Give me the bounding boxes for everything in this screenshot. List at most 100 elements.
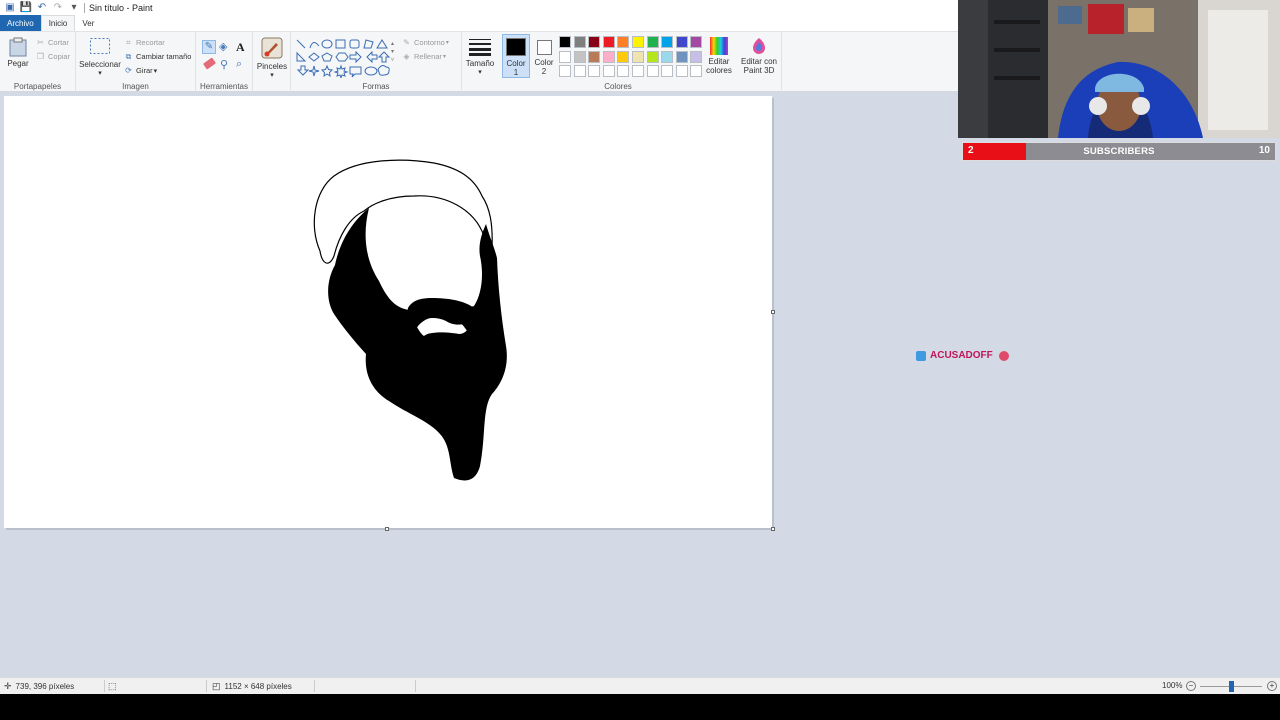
palette-swatch[interactable]	[690, 65, 703, 78]
palette-swatch[interactable]	[646, 65, 659, 78]
palette-swatch[interactable]	[602, 36, 615, 48]
brushes-dropdown-icon[interactable]: ▾	[270, 71, 274, 80]
resize-handle-right[interactable]	[771, 310, 775, 314]
canvas-size-text: 1152 × 648 píxeles	[224, 682, 292, 691]
drawing-canvas[interactable]	[4, 96, 772, 528]
palette-swatch[interactable]	[646, 36, 659, 48]
fill-icon: ◈	[403, 52, 410, 61]
status-bar: ✛ 739, 396 píxeles ⬚ ◰ 1152 × 648 píxele…	[0, 677, 1280, 694]
palette-swatch[interactable]	[690, 50, 703, 63]
colors-group: Color 1 Color 2 Editar colores Editar co…	[498, 32, 782, 92]
zoom-level-text: 100%	[1162, 681, 1183, 690]
palette-swatch[interactable]	[559, 65, 571, 78]
crop-button[interactable]: ⌗ Recortar	[124, 38, 165, 47]
color-picker-icon[interactable]: ⚲	[220, 58, 228, 71]
rotate-dropdown-icon[interactable]: ▾	[154, 67, 158, 75]
edit-colors-button[interactable]: Editar colores	[702, 36, 736, 75]
copy-button[interactable]: ❐ Copiar	[36, 52, 70, 61]
pencil-icon[interactable]: ✎	[202, 40, 216, 54]
palette-swatch[interactable]	[661, 50, 674, 63]
zoom-out-button[interactable]: −	[1186, 681, 1196, 691]
palette-swatch[interactable]	[573, 50, 586, 63]
palette-swatch[interactable]	[675, 50, 688, 63]
paint3d-label-line2: Paint 3D	[743, 66, 775, 75]
palette-swatch[interactable]	[617, 65, 630, 78]
palette-swatch[interactable]	[632, 65, 644, 78]
select-button[interactable]: Seleccionar ▾	[79, 37, 121, 78]
palette-swatch[interactable]	[588, 65, 601, 78]
size-button[interactable]: Tamaño ▾	[464, 38, 496, 77]
color2-button[interactable]: Color 2	[532, 34, 556, 78]
selection-rectangle-icon	[90, 38, 110, 54]
edit-colors-label-line1: Editar	[708, 57, 730, 66]
fill-dropdown-icon[interactable]: ▾	[443, 53, 446, 60]
resize-handle-bottom[interactable]	[385, 527, 389, 531]
alert-username: ACUSADOFF	[930, 350, 993, 361]
palette-swatch[interactable]	[661, 65, 674, 78]
subscriber-goal-count: 10	[1258, 145, 1270, 156]
brushes-button[interactable]: Pinceles ▾	[256, 37, 288, 80]
resize-icon: ⧉	[125, 52, 132, 61]
tab-ver[interactable]: Ver	[75, 15, 101, 31]
palette-swatch[interactable]	[573, 65, 586, 78]
tab-archivo[interactable]: Archivo	[0, 15, 41, 31]
zoom-in-button[interactable]: +	[1267, 681, 1277, 691]
text-icon[interactable]: A	[236, 40, 245, 55]
title-separator	[84, 2, 85, 13]
image-group: Seleccionar ▾ ⌗ Recortar ⧉ Cambiar tamañ…	[76, 32, 196, 92]
edit-colors-label-line2: colores	[706, 66, 732, 75]
palette-swatch[interactable]	[573, 36, 586, 48]
palette-swatch[interactable]	[588, 50, 601, 63]
palette-swatch[interactable]	[602, 65, 615, 78]
edit-paint3d-button[interactable]: Editar con Paint 3D	[738, 36, 780, 75]
clipboard-group-label: Portapapeles	[13, 82, 62, 91]
palette-swatch[interactable]	[675, 36, 688, 48]
palette-swatch[interactable]	[661, 36, 674, 48]
undo-icon[interactable]: ↶	[36, 2, 48, 14]
palette-swatch[interactable]	[632, 50, 644, 63]
alert-badge-icon	[916, 350, 926, 361]
cursor-position-text: 739, 396 píxeles	[15, 682, 75, 691]
paste-button[interactable]: Pegar	[6, 37, 30, 68]
outline-dropdown-icon[interactable]: ▾	[446, 39, 449, 46]
palette-swatch[interactable]	[675, 65, 688, 78]
cut-button[interactable]: ✂ Cortar	[36, 38, 69, 47]
window-title: Sin título - Paint	[89, 2, 153, 13]
zoom-slider-thumb[interactable]	[1229, 681, 1234, 692]
shapes-gallery[interactable]	[295, 38, 393, 78]
palette-swatch[interactable]	[617, 36, 630, 48]
redo-icon[interactable]: ↷	[52, 2, 64, 14]
palette-swatch[interactable]	[559, 36, 571, 48]
customize-toolbar-icon[interactable]: ▾	[68, 2, 80, 14]
rotate-button[interactable]: ⟳ Girar ▾	[124, 66, 157, 75]
size-dropdown-icon[interactable]: ▾	[478, 68, 482, 77]
size-label: Tamaño	[465, 59, 495, 68]
palette-swatch[interactable]	[646, 50, 659, 63]
shapes-group: ▴ ▾ ▿ ✎ Contorno ▾ ◈ Rellenar ▾ Formas	[291, 32, 462, 92]
stream-alert: ACUSADOFF	[916, 350, 1009, 361]
select-dropdown-icon[interactable]: ▾	[98, 69, 102, 78]
resize-handle-corner[interactable]	[771, 527, 775, 531]
crop-label: Recortar	[136, 38, 165, 47]
palette-swatch[interactable]	[617, 50, 630, 63]
size-group: Tamaño ▾	[462, 32, 498, 92]
palette-swatch[interactable]	[690, 36, 703, 48]
selection-size: ⬚	[108, 681, 117, 692]
save-icon[interactable]: 💾	[20, 2, 32, 14]
eraser-icon[interactable]	[202, 57, 217, 70]
palette-swatch[interactable]	[632, 36, 644, 48]
copy-icon: ❐	[36, 52, 45, 61]
tab-inicio[interactable]: Inicio	[40, 15, 76, 31]
palette-swatch[interactable]	[602, 50, 615, 63]
outline-button[interactable]: ✎ Contorno ▾	[402, 38, 449, 47]
fill-button[interactable]: ◈ Rellenar ▾	[402, 52, 446, 61]
palette-swatch[interactable]	[559, 50, 571, 63]
fill-bucket-icon[interactable]: ◈	[219, 40, 227, 53]
color1-button[interactable]: Color 1	[502, 34, 530, 78]
palette-swatch[interactable]	[588, 36, 601, 48]
resize-button[interactable]: ⧉ Cambiar tamaño	[124, 52, 192, 61]
line-width-icon	[469, 39, 491, 56]
shapes-scroll-icon[interactable]: ▴ ▾ ▿	[391, 40, 394, 64]
magnifier-icon[interactable]: ⌕	[236, 58, 242, 71]
paste-label: Pegar	[7, 59, 29, 68]
